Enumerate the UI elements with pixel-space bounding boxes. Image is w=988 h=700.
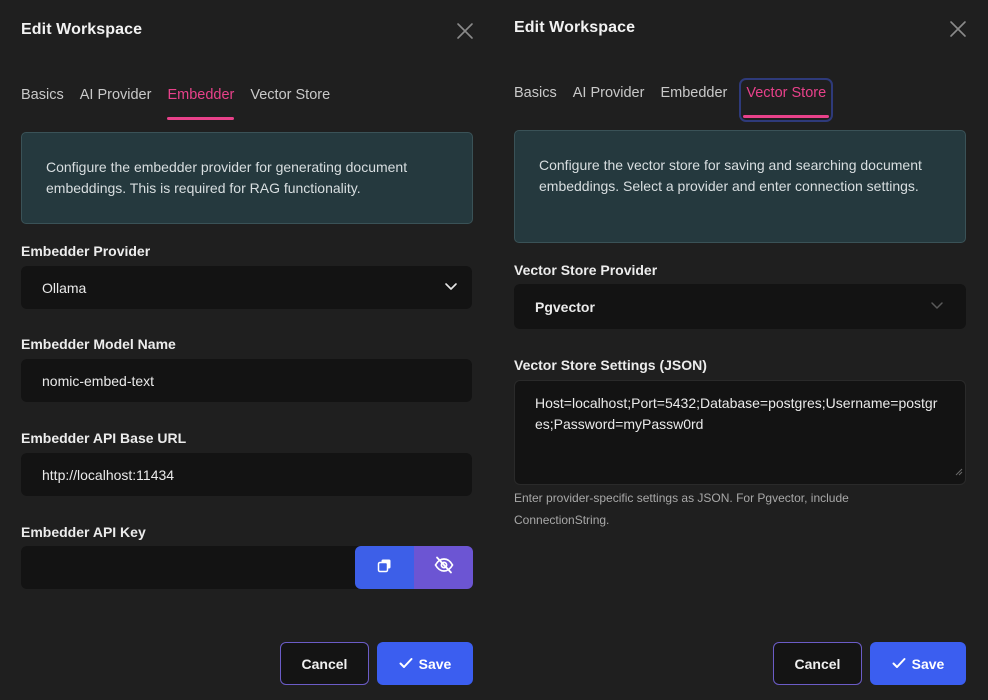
resize-handle[interactable]: [954, 461, 963, 482]
copy-icon: [377, 558, 392, 578]
tab-vector-store[interactable]: Vector Store: [739, 78, 834, 122]
dialog-title: Edit Workspace: [21, 21, 143, 38]
tab-basics[interactable]: Basics: [21, 84, 64, 120]
embedder-base-url-input[interactable]: http://localhost:11434: [21, 453, 472, 496]
chevron-down-icon: [444, 279, 458, 296]
close-icon[interactable]: [456, 22, 476, 42]
embedder-model-label: Embedder Model Name: [21, 336, 176, 352]
vector-store-settings-textarea[interactable]: Host=localhost;Port=5432;Database=postgr…: [514, 380, 966, 485]
embedder-api-key-label: Embedder API Key: [21, 524, 146, 540]
copy-api-key-button[interactable]: [355, 546, 414, 589]
api-key-actions: [355, 546, 473, 589]
embedder-provider-select[interactable]: Ollama: [21, 266, 472, 309]
embedder-model-input[interactable]: nomic-embed-text: [21, 359, 472, 402]
edit-workspace-dialog-vector-store: Edit Workspace Basics AI Provider Embedd…: [493, 0, 988, 700]
settings-help-text: Enter provider-specific settings as JSON…: [514, 491, 849, 527]
chevron-down-icon: [930, 298, 944, 315]
info-box: Configure the vector store for saving an…: [514, 130, 966, 243]
cancel-button[interactable]: Cancel: [773, 642, 862, 685]
close-icon[interactable]: [949, 20, 969, 40]
tab-embedder[interactable]: Embedder: [167, 84, 234, 120]
info-box: Configure the embedder provider for gene…: [21, 132, 473, 224]
save-button[interactable]: Save: [377, 642, 473, 685]
vector-store-provider-select[interactable]: Pgvector: [514, 284, 966, 329]
check-icon: [399, 656, 413, 672]
toggle-api-key-visibility-button[interactable]: [414, 546, 473, 589]
embedder-api-key-input[interactable]: [21, 546, 361, 589]
cancel-button[interactable]: Cancel: [280, 642, 369, 685]
save-button-label: Save: [418, 655, 452, 672]
embedder-provider-label: Embedder Provider: [21, 243, 151, 259]
embedder-model-value: nomic-embed-text: [42, 372, 155, 389]
embedder-base-url-value: http://localhost:11434: [42, 466, 175, 483]
dialog-title: Edit Workspace: [514, 19, 636, 36]
tab-vector-store[interactable]: Vector Store: [250, 84, 330, 120]
save-button-label: Save: [911, 655, 945, 672]
embedder-base-url-label: Embedder API Base URL: [21, 430, 187, 446]
embedder-provider-value: Ollama: [42, 279, 87, 296]
vector-store-provider-value: Pgvector: [535, 298, 595, 315]
vector-store-provider-label: Vector Store Provider: [514, 262, 658, 278]
vector-store-settings-label: Vector Store Settings (JSON): [514, 357, 707, 373]
tab-bar: Basics AI Provider Embedder Vector Store: [514, 78, 834, 122]
tab-embedder[interactable]: Embedder: [660, 82, 727, 118]
tab-basics[interactable]: Basics: [514, 82, 557, 118]
tab-ai-provider[interactable]: AI Provider: [80, 84, 152, 120]
edit-workspace-dialog-embedder: Edit Workspace Basics AI Provider Embedd…: [0, 0, 493, 700]
eye-off-icon: [434, 556, 454, 579]
save-button[interactable]: Save: [870, 642, 966, 685]
tab-bar: Basics AI Provider Embedder Vector Store: [21, 84, 330, 120]
vector-store-settings-value: Host=localhost;Port=5432;Database=postgr…: [535, 395, 938, 432]
check-icon: [892, 656, 906, 672]
tab-ai-provider[interactable]: AI Provider: [573, 82, 645, 118]
